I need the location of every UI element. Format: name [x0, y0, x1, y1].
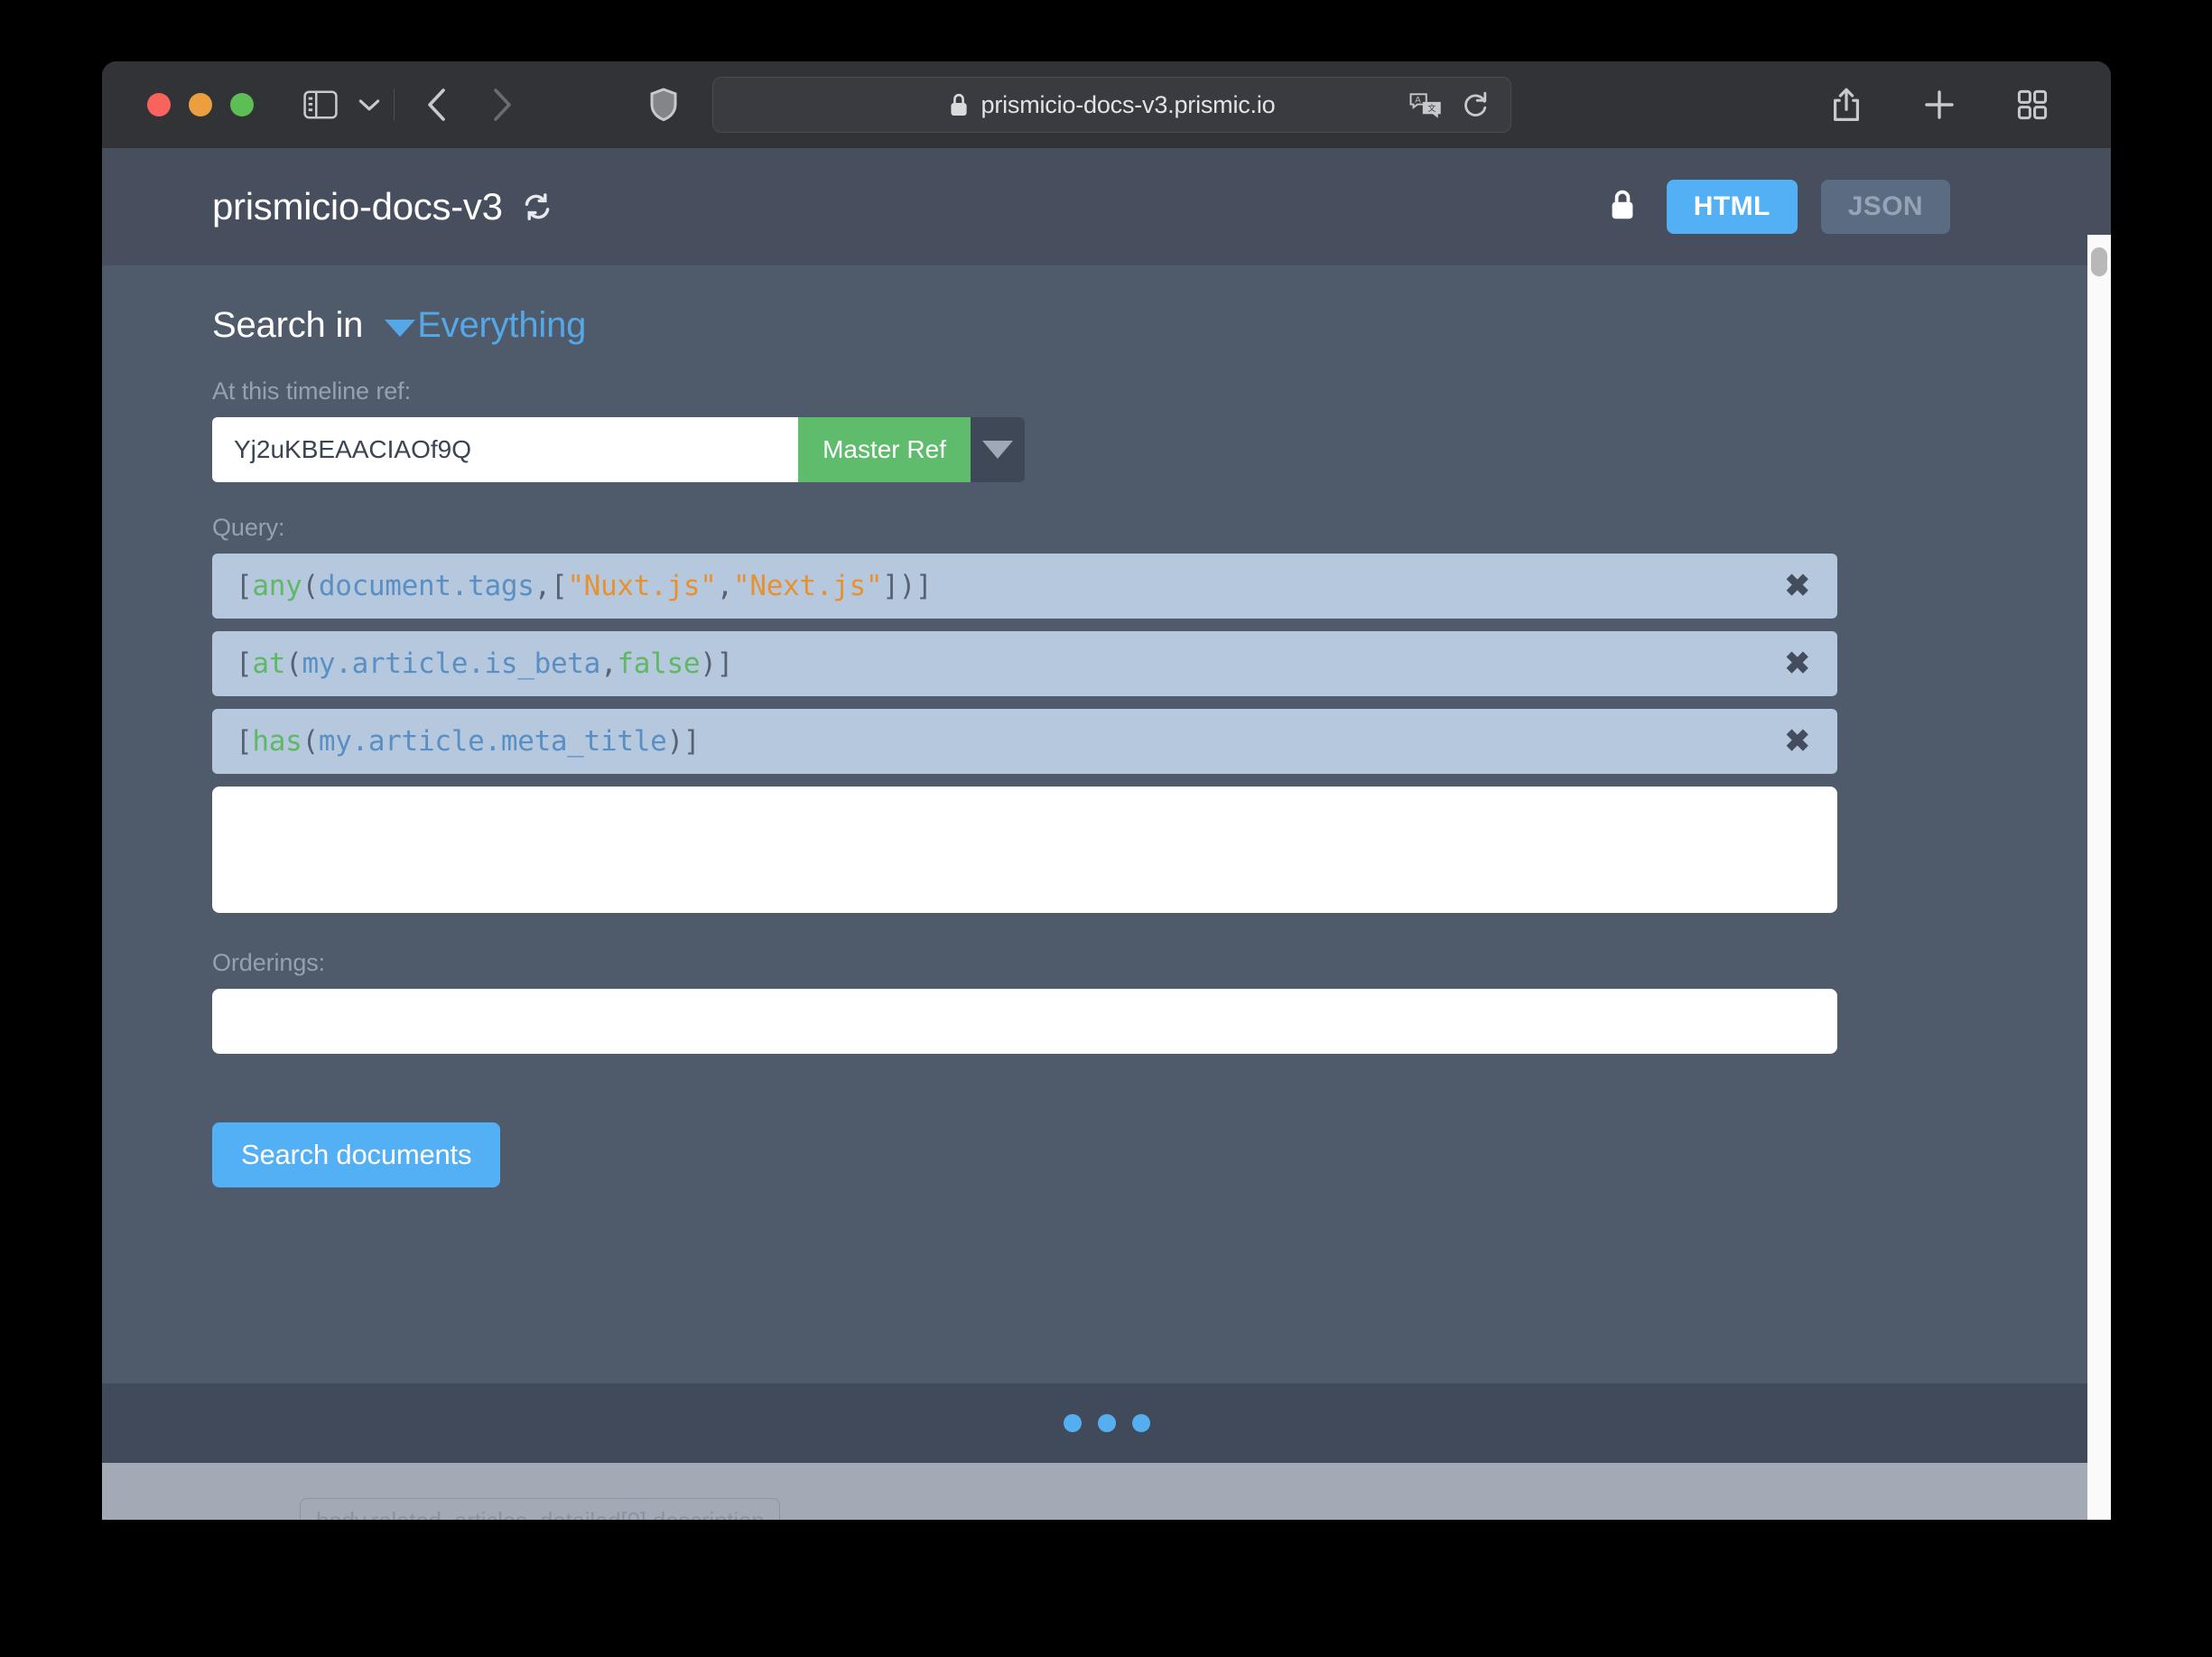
page-title: prismicio-docs-v3 [212, 185, 503, 228]
lock-icon [949, 92, 969, 117]
preview-field-path: body.related_articles_detailed[0].descri… [300, 1498, 780, 1520]
translate-icon[interactable]: A 文 [1409, 91, 1442, 118]
address-bar[interactable]: prismicio-docs-v3.prismic.io A 文 [712, 77, 1511, 133]
window-controls [147, 93, 254, 116]
search-documents-button[interactable]: Search documents [212, 1122, 500, 1187]
toolbar-divider [394, 88, 395, 121]
page-content: prismicio-docs-v3 HTML JSON [102, 148, 2111, 1520]
query-label: Query: [212, 514, 2111, 542]
search-in-row: Search in Everything [212, 265, 2111, 346]
url-text: prismicio-docs-v3.prismic.io [981, 91, 1276, 119]
handle-dot [1132, 1414, 1150, 1432]
refresh-icon[interactable] [523, 192, 552, 221]
chevron-down-icon[interactable] [358, 98, 381, 112]
svg-text:文: 文 [1427, 103, 1436, 113]
reload-icon[interactable] [1462, 90, 1489, 119]
document-preview: body.related_articles_detailed[0].descri… [102, 1463, 2111, 1520]
toolbar-right-actions [1831, 87, 2084, 123]
handle-dot [1098, 1414, 1116, 1432]
header-actions: HTML JSON [1609, 180, 2111, 234]
chevron-down-icon [982, 441, 1013, 459]
query-code-2: [has(my.article.meta_title)] [236, 725, 700, 758]
timeline-ref-row: Master Ref [212, 417, 1025, 482]
timeline-ref-dropdown-button[interactable] [971, 417, 1025, 482]
sidebar-icon[interactable] [303, 90, 338, 119]
new-query-input[interactable] [212, 787, 1837, 913]
clear-query-button[interactable]: ✖ [1785, 648, 1811, 679]
chevron-right-icon[interactable] [490, 87, 514, 123]
query-code-1: [at(my.article.is_beta,false)] [236, 647, 733, 680]
share-icon[interactable] [1831, 87, 1862, 123]
orderings-label: Orderings: [212, 949, 2111, 977]
app-header: prismicio-docs-v3 HTML JSON [102, 148, 2111, 265]
browser-toolbar: prismicio-docs-v3.prismic.io A 文 [102, 61, 2111, 148]
clear-query-button[interactable]: ✖ [1785, 571, 1811, 601]
minimize-window-button[interactable] [189, 93, 212, 116]
vertical-scrollbar[interactable] [2087, 235, 2111, 1520]
format-button-html[interactable]: HTML [1667, 180, 1798, 234]
svg-text:A: A [1415, 95, 1421, 105]
panel-resize-handle[interactable] [102, 1383, 2111, 1463]
plus-icon[interactable] [1923, 88, 1956, 121]
handle-dot [1064, 1414, 1082, 1432]
query-code-0: [any(document.tags,["Nuxt.js","Next.js"]… [236, 570, 932, 602]
lock-icon[interactable] [1609, 189, 1636, 226]
chevron-down-icon[interactable] [385, 320, 415, 337]
query-row[interactable]: [any(document.tags,["Nuxt.js","Next.js"]… [212, 554, 1837, 619]
search-in-label: Search in [212, 305, 363, 346]
search-scope-selector[interactable]: Everything [417, 305, 586, 346]
close-window-button[interactable] [147, 93, 171, 116]
timeline-ref-label: At this timeline ref: [212, 377, 2111, 405]
chevron-left-icon[interactable] [425, 87, 449, 123]
shield-icon[interactable] [649, 88, 678, 122]
master-ref-badge[interactable]: Master Ref [798, 417, 971, 482]
query-form: Search in Everything At this timeline re… [102, 265, 2111, 1187]
browser-window: prismicio-docs-v3.prismic.io A 文 [102, 61, 2111, 1520]
orderings-input[interactable] [212, 989, 1837, 1054]
maximize-window-button[interactable] [230, 93, 254, 116]
format-button-json[interactable]: JSON [1821, 180, 1950, 234]
query-row[interactable]: [has(my.article.meta_title)] ✖ [212, 709, 1837, 774]
query-row[interactable]: [at(my.article.is_beta,false)] ✖ [212, 631, 1837, 696]
clear-query-button[interactable]: ✖ [1785, 726, 1811, 757]
scrollbar-thumb[interactable] [2091, 247, 2107, 276]
tab-overview-icon[interactable] [2017, 89, 2048, 120]
timeline-ref-input[interactable] [212, 417, 798, 482]
